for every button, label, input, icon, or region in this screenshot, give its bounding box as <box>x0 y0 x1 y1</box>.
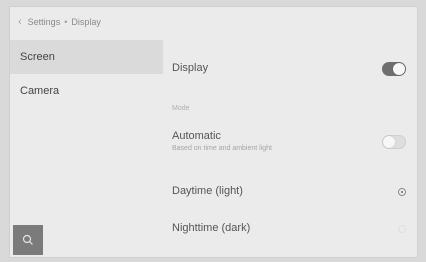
settings-panel: Display Mode Automatic Based on time and… <box>172 40 410 258</box>
daytime-radio[interactable] <box>398 188 406 196</box>
automatic-description: Based on time and ambient light <box>172 145 273 152</box>
display-toggle[interactable] <box>382 62 406 76</box>
display-label: Display <box>172 62 209 74</box>
daytime-label: Daytime (light) <box>172 185 243 197</box>
chevron-left-icon[interactable]: ‹ <box>18 16 22 28</box>
display-row[interactable]: Display <box>172 56 410 82</box>
automatic-row[interactable]: Automatic Based on time and ambient ligh… <box>172 130 410 166</box>
automatic-label: Automatic <box>172 130 221 142</box>
toggle-knob <box>383 136 395 148</box>
sidebar-item-screen[interactable]: Screen <box>10 40 163 74</box>
search-button[interactable] <box>13 225 43 255</box>
toggle-knob <box>393 63 405 75</box>
display-settings-screen: ‹ Settings • Display Screen Camera Displ… <box>9 6 418 258</box>
breadcrumb-separator: • <box>64 17 68 27</box>
nighttime-label: Nighttime (dark) <box>172 222 251 234</box>
search-icon <box>22 234 33 245</box>
mode-section-title: Mode <box>172 105 190 112</box>
breadcrumb-parent[interactable]: Settings <box>28 17 61 27</box>
nighttime-radio[interactable] <box>398 225 406 233</box>
daytime-option[interactable]: Daytime (light) <box>172 180 410 204</box>
sidebar-item-label: Camera <box>20 85 60 97</box>
mode-section: Mode <box>172 105 410 112</box>
sidebar-item-camera[interactable]: Camera <box>10 74 163 108</box>
sidebar-item-label: Screen <box>20 51 55 63</box>
nighttime-option[interactable]: Nighttime (dark) <box>172 217 410 241</box>
breadcrumb-current: Display <box>71 17 101 27</box>
automatic-toggle[interactable] <box>382 135 406 149</box>
sidebar: Screen Camera <box>10 40 163 258</box>
breadcrumb: ‹ Settings • Display <box>10 7 417 37</box>
